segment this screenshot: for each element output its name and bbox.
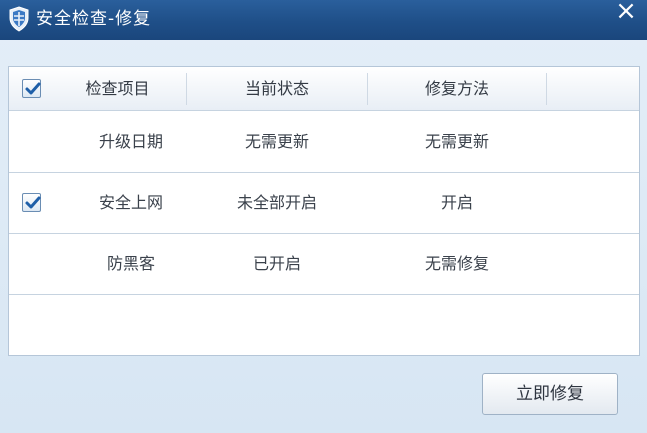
column-header-item[interactable]: 检查项目 [49, 67, 186, 111]
row-status-text: 已开启 [252, 254, 301, 273]
window-title: 安全检查-修复 [36, 9, 152, 29]
dialog-window: 安全检查-修复 × 检查项目 当前状态 修复方法 升级日期 无需更新 无需更新 [0, 0, 647, 433]
table-row[interactable]: 安全上网 未全部开启 开启 [9, 173, 639, 234]
table-header: 检查项目 当前状态 修复方法 [9, 67, 639, 111]
column-divider [546, 73, 547, 105]
check-table: 检查项目 当前状态 修复方法 升级日期 无需更新 无需更新 安全上网 未全部开启… [8, 66, 640, 356]
row-fix-text: 无需更新 [424, 132, 489, 151]
column-header-fix[interactable]: 修复方法 [368, 67, 546, 111]
table-row[interactable]: 升级日期 无需更新 无需更新 [9, 112, 639, 173]
shield-icon [8, 6, 30, 32]
row-status-text: 未全部开启 [236, 193, 317, 212]
repair-now-button[interactable]: 立即修复 [482, 373, 618, 415]
row-checkbox[interactable] [22, 193, 41, 212]
select-all-checkbox[interactable] [22, 79, 41, 98]
close-icon[interactable]: × [610, 0, 642, 26]
table-row[interactable]: 防黑客 已开启 无需修复 [9, 234, 639, 295]
checkmark-icon [25, 196, 41, 209]
column-header-status[interactable]: 当前状态 [187, 67, 367, 111]
row-fix-text: 开启 [440, 193, 473, 212]
row-fix-text: 无需修复 [424, 254, 489, 273]
title-bar[interactable]: 安全检查-修复 × [0, 0, 647, 40]
row-status-text: 无需更新 [244, 132, 309, 151]
checkmark-icon [25, 82, 41, 95]
